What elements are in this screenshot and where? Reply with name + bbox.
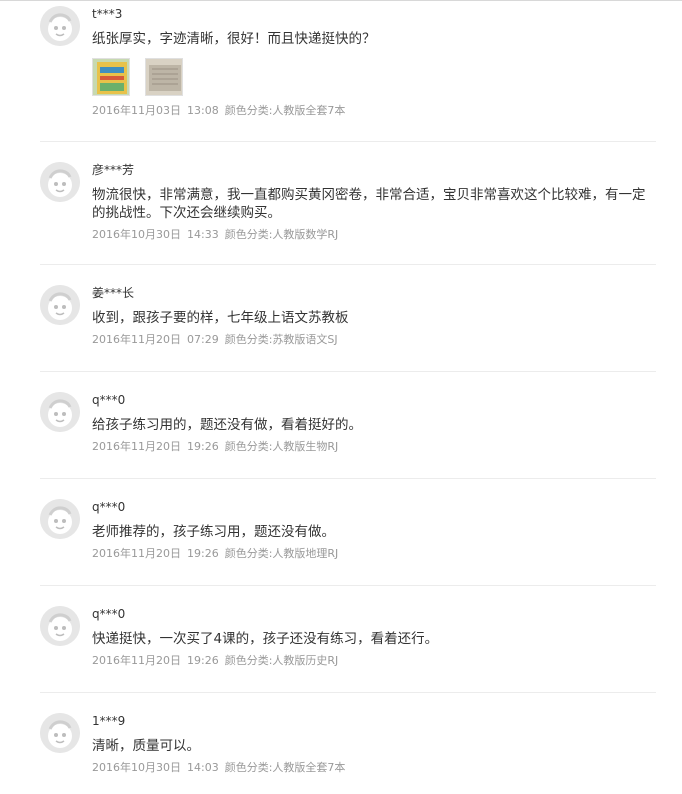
review-date: 2016年11月03日 [92, 104, 181, 117]
default-avatar-icon[interactable] [40, 499, 80, 539]
review-time: 14:03 [187, 761, 219, 774]
review-text: 清晰，质量可以。 [92, 738, 200, 754]
review-variant: 颜色分类:人教版地理RJ [224, 547, 339, 560]
review-date: 2016年11月20日 [92, 440, 181, 453]
review-text: 纸张厚实，字迹清晰，很好！而且快递挺快的？ [92, 31, 376, 47]
reviewer-name: q***0 [92, 393, 126, 407]
reviewer-name: q***0 [92, 607, 126, 621]
reviewer-name: 姜***长 [92, 286, 135, 300]
reviewer-name: 彦***芳 [92, 163, 135, 177]
review-divider [40, 692, 656, 693]
review-meta: 2016年11月20日 19:26 颜色分类:人教版地理RJ [92, 547, 656, 561]
default-avatar-icon[interactable] [40, 392, 80, 432]
default-avatar-icon[interactable] [40, 606, 80, 646]
review-date: 2016年11月20日 [92, 547, 181, 560]
review-date: 2016年10月30日 [92, 761, 181, 774]
reviewer-name: t***3 [92, 7, 123, 21]
default-avatar-icon[interactable] [40, 162, 80, 202]
review-variant: 颜色分类:人教版历史RJ [224, 654, 339, 667]
review-text: 给孩子练习用的，题还没有做，看着挺好的。 [92, 417, 362, 433]
reviewer-name: q***0 [92, 500, 126, 514]
review-variant: 颜色分类:人教版数学RJ [224, 228, 339, 241]
review-time: 14:33 [187, 228, 219, 241]
review-date: 2016年11月20日 [92, 333, 181, 346]
reviewer-name: 1***9 [92, 714, 126, 728]
top-divider [0, 0, 682, 1]
review-divider [40, 264, 656, 265]
review-variant: 颜色分类:人教版全套7本 [224, 761, 346, 774]
review-meta: 2016年11月03日 13:08 颜色分类:人教版全套7本 [92, 104, 656, 118]
review-photos [92, 58, 656, 98]
default-avatar-icon[interactable] [40, 713, 80, 753]
review-text: 物流很快，非常满意，我一直都购买黄冈密卷，非常合适，宝贝非常喜欢这个比较难，有一… [92, 187, 646, 221]
review-time: 19:26 [187, 654, 219, 667]
review-meta: 2016年11月20日 19:26 颜色分类:人教版历史RJ [92, 654, 656, 668]
review-text: 收到，跟孩子要的样，七年级上语文苏教板 [92, 310, 349, 326]
review-date: 2016年11月20日 [92, 654, 181, 667]
review-photo-thumbnail[interactable] [92, 58, 130, 96]
review-divider [40, 585, 656, 586]
review-divider [40, 371, 656, 372]
review-time: 19:26 [187, 440, 219, 453]
default-avatar-icon[interactable] [40, 285, 80, 325]
review-variant: 颜色分类:人教版生物RJ [224, 440, 339, 453]
review-time: 07:29 [187, 333, 219, 346]
review-photo-thumbnail[interactable] [145, 58, 184, 96]
review-divider [40, 141, 656, 142]
review-meta: 2016年10月30日 14:33 颜色分类:人教版数学RJ [92, 228, 656, 242]
review-divider [40, 478, 656, 479]
review-text: 快递挺快，一次买了4课的，孩子还没有练习，看着还行。 [92, 631, 439, 647]
review-variant: 颜色分类:苏教版语文SJ [224, 333, 338, 346]
review-variant: 颜色分类:人教版全套7本 [224, 104, 346, 117]
review-text: 老师推荐的，孩子练习用，题还没有做。 [92, 524, 335, 540]
review-time: 13:08 [187, 104, 219, 117]
review-meta: 2016年11月20日 19:26 颜色分类:人教版生物RJ [92, 440, 656, 454]
review-date: 2016年10月30日 [92, 228, 181, 241]
review-time: 19:26 [187, 547, 219, 560]
default-avatar-icon[interactable] [40, 6, 80, 46]
review-meta: 2016年11月20日 07:29 颜色分类:苏教版语文SJ [92, 333, 656, 347]
review-meta: 2016年10月30日 14:03 颜色分类:人教版全套7本 [92, 761, 656, 775]
